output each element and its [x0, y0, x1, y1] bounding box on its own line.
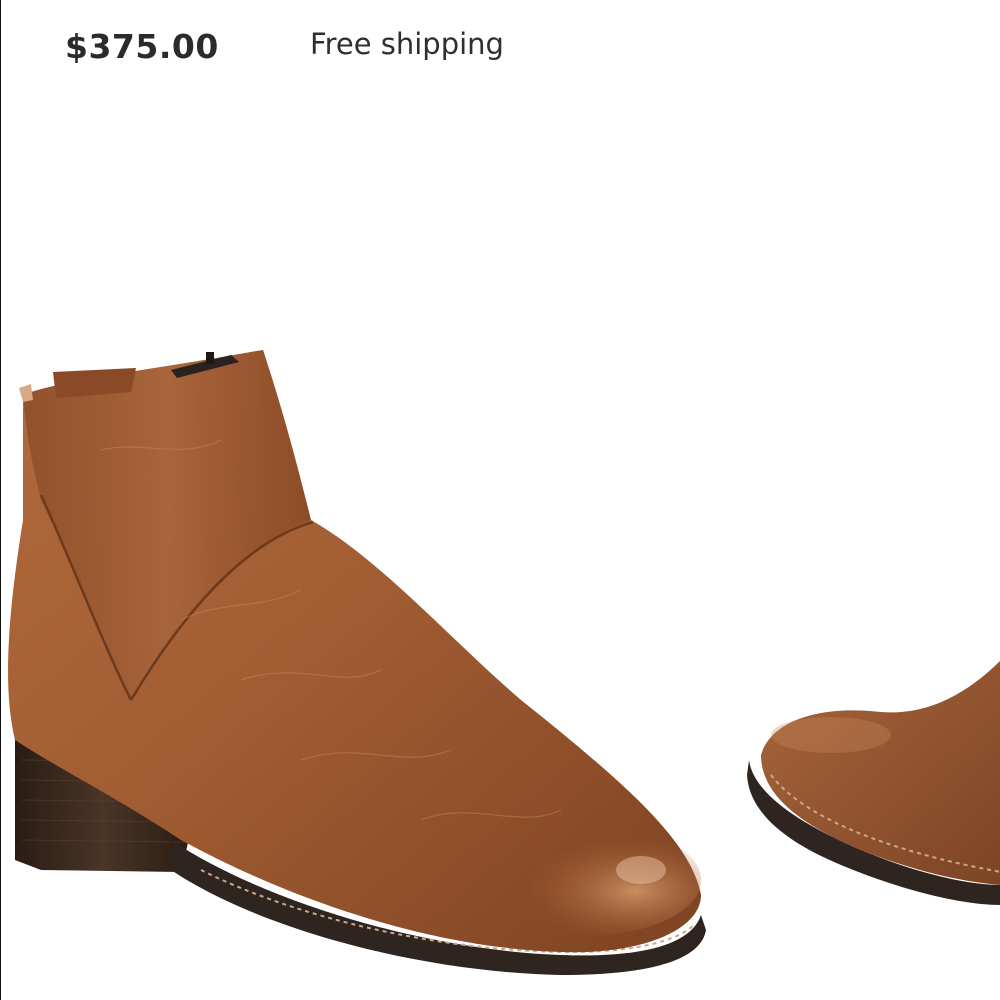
price-row: $375.00 Free shipping: [65, 18, 504, 74]
listing-page: $375.00 Free shipping: [0, 0, 1000, 1000]
left-boot: [8, 350, 706, 975]
right-boot: [747, 660, 1000, 905]
price: $375.00: [65, 26, 219, 66]
product-image[interactable]: [1, 330, 1000, 1000]
shipping-info: Free shipping: [310, 27, 504, 61]
